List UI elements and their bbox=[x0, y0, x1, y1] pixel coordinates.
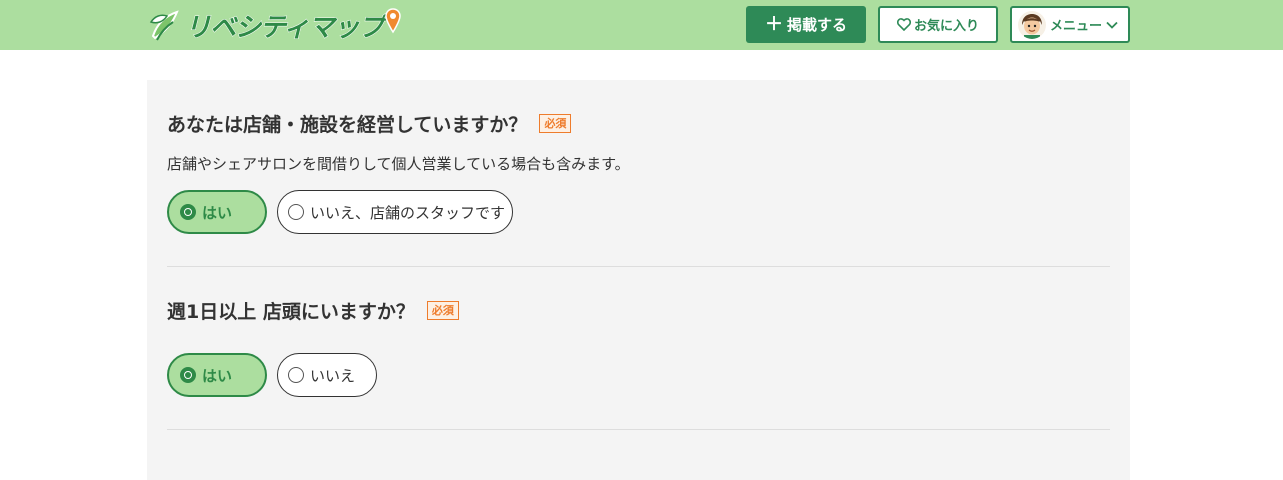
logo-wordmark: リベシティマップ bbox=[184, 12, 384, 43]
question-1-description: 店舗やシェアサロンを間借りして個人営業している場合も含みます。 bbox=[167, 155, 630, 173]
question-1-title: あなたは店舗・施設を経営していますか？ 必須 bbox=[167, 110, 572, 137]
radio-checked-icon bbox=[180, 204, 196, 220]
section-divider bbox=[167, 266, 1110, 267]
question-2-title: 週1日以上 店頭にいますか？ 必須 bbox=[167, 297, 459, 324]
required-badge: 必須 bbox=[426, 301, 459, 320]
option-label: はい bbox=[202, 203, 233, 222]
radio-unchecked-icon bbox=[288, 204, 304, 220]
user-avatar bbox=[1018, 10, 1046, 39]
option-label: はい bbox=[202, 366, 233, 385]
post-listing-button[interactable]: ＋ 掲載する bbox=[746, 6, 866, 43]
chevron-down-icon bbox=[1106, 21, 1118, 29]
menu-button[interactable]: メニュー bbox=[1010, 6, 1130, 43]
question-1-option-no[interactable]: いいえ、店舗のスタッフです bbox=[277, 190, 513, 234]
site-logo[interactable]: リベシティマップ bbox=[147, 4, 402, 46]
radio-checked-icon bbox=[180, 367, 196, 383]
leaf-logo-icon bbox=[149, 10, 179, 41]
question-1-option-yes[interactable]: はい bbox=[167, 190, 267, 234]
map-pin-icon bbox=[385, 8, 402, 34]
option-label: いいえ bbox=[310, 366, 356, 385]
site-header: リベシティマップ ＋ 掲載する お気に入り メニュー bbox=[0, 0, 1283, 50]
post-listing-label: 掲載する bbox=[786, 16, 847, 34]
radio-unchecked-icon bbox=[288, 367, 304, 383]
plus-icon: ＋ bbox=[764, 13, 783, 35]
question-2-option-yes[interactable]: はい bbox=[167, 353, 267, 397]
section-divider bbox=[167, 429, 1110, 430]
question-form-card: あなたは店舗・施設を経営していますか？ 必須 店舗やシェアサロンを間借りして個人… bbox=[147, 80, 1130, 480]
question-1-text: あなたは店舗・施設を経営していますか？ bbox=[167, 114, 528, 136]
heart-icon bbox=[896, 18, 911, 31]
favorites-button[interactable]: お気に入り bbox=[878, 6, 998, 43]
required-badge: 必須 bbox=[539, 114, 572, 133]
menu-label: メニュー bbox=[1050, 19, 1103, 34]
question-2-option-no[interactable]: いいえ bbox=[277, 353, 377, 397]
option-label: いいえ、店舗のスタッフです bbox=[310, 203, 506, 222]
favorites-label: お気に入り bbox=[913, 19, 979, 34]
question-2-text: 週1日以上 店頭にいますか？ bbox=[167, 301, 415, 323]
